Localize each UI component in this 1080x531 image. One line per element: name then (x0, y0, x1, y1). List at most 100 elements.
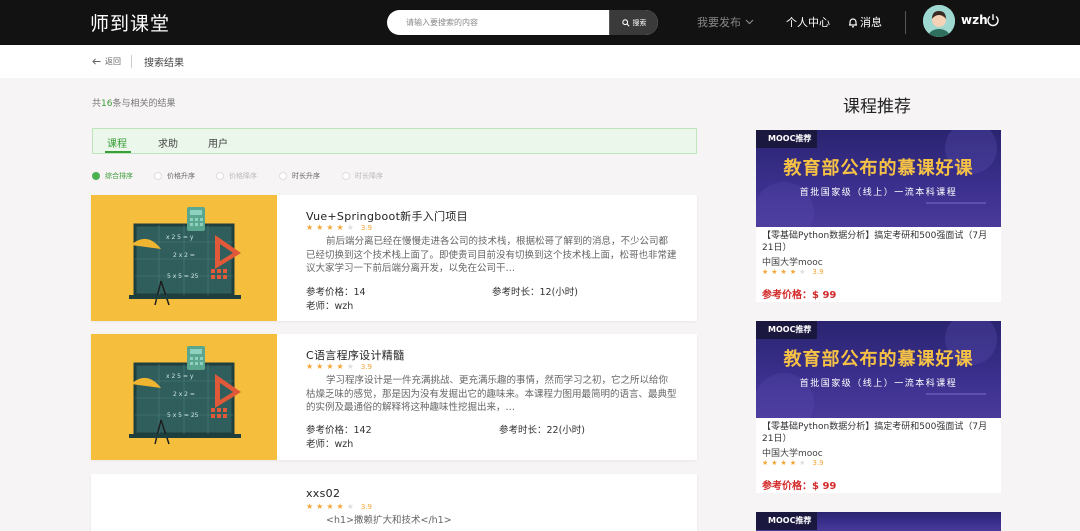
result-count-prefix: 共 (92, 99, 102, 109)
course-teacher-value: wzh (334, 301, 354, 312)
recommend-course-title[interactable]: 【零基础Python数据分析】搞定考研和500强面试（7月21日） (762, 230, 998, 254)
radio-icon (342, 172, 350, 180)
nav-messages[interactable]: 消息 (848, 14, 882, 30)
course-duration-label: 参考时长： (499, 425, 547, 436)
tab-users[interactable]: 用户 (208, 135, 228, 150)
sort-price-asc[interactable]: 价格升序 (154, 171, 195, 181)
site-logo[interactable]: 师到课堂 (90, 9, 170, 36)
recommend-course-title[interactable]: 【零基础Python数据分析】搞定考研和500强面试（7月21日） (762, 421, 998, 445)
tab-active-indicator (105, 151, 131, 153)
recommend-price-label: 参考价格： (762, 290, 812, 301)
course-title[interactable]: C语言程序设计精髓 (306, 347, 404, 363)
course-thumbnail[interactable]: x 2 5 = y 2 x 2 = 5 x 5 = 25 (91, 195, 277, 321)
bell-icon (849, 17, 857, 28)
svg-text:2 x 2 =: 2 x 2 = (173, 252, 195, 259)
nav-personal-center[interactable]: 个人中心 (786, 14, 830, 30)
breadcrumb-current: 搜索结果 (144, 58, 184, 69)
recommend-card[interactable]: MOOC推荐 教育部公布的慕课好课 首批国家级（线上）一流本科课程 【零基础Py… (756, 130, 1001, 302)
course-card[interactable]: x 2 5 = y 2 x 2 = 5 x 5 = 25 C语言程序设计精髓 ★★★… (91, 334, 697, 460)
sort-comprehensive[interactable]: 综合排序 (92, 171, 133, 181)
recommend-rating: ★★★★ ★ 3.9 (762, 459, 824, 467)
course-rating: ★★★★ ★ 3.9 (306, 502, 372, 511)
course-teacher: 老师：wzh (306, 436, 353, 450)
result-count-suffix: 条与相关的结果 (112, 99, 176, 109)
recommend-university: 中国大学mooc (762, 258, 823, 268)
result-tabs: 课程 求助 用户 (92, 128, 697, 154)
chevron-down-icon (745, 19, 754, 25)
course-price-value: 14 (353, 287, 366, 298)
radio-icon (216, 172, 224, 180)
course-card[interactable]: xxs02 ★★★★ ★ 3.9 <h1>撒赖扩大和技术</h1> (91, 474, 697, 531)
breadcrumb: 返回 搜索结果 (0, 45, 1080, 78)
recommend-price-value: $ 99 (812, 481, 837, 492)
avatar[interactable] (923, 5, 955, 37)
radio-icon (279, 172, 287, 180)
course-duration: 参考时长：12(小时) (492, 284, 578, 298)
svg-text:2 x 2 =: 2 x 2 = (173, 391, 195, 398)
course-price-label: 参考价格： (306, 425, 354, 436)
star-icon: ★★★★ (306, 223, 347, 232)
recommend-banner[interactable]: MOOC推荐 教育部公布的慕课好课 首批国家级（线上）一流本科课程 (756, 130, 1001, 227)
username[interactable]: wzh (961, 13, 988, 27)
rating-score: 3.9 (812, 459, 824, 467)
mooc-badge: MOOC推荐 (756, 512, 818, 530)
sort-duration-asc[interactable]: 时长升序 (279, 171, 320, 181)
nav-publish-label: 我要发布 (697, 16, 741, 29)
rating-score: 3.9 (360, 362, 372, 371)
star-icon: ★★★★ (306, 502, 347, 511)
chalkboard-illustration: x 2 5 = y 2 x 2 = 5 x 5 = 25 (91, 334, 277, 460)
recommend-banner[interactable]: MOOC推荐 教育部公布的慕课好课 首批国家级（线上）一流本科课程 (756, 321, 1001, 418)
sort-duration-desc[interactable]: 时长降序 (342, 171, 383, 181)
course-description: <h1>撒赖扩大和技术</h1> (326, 515, 452, 526)
course-teacher: 老师：wzh (306, 298, 353, 312)
course-price: 参考价格：14 (306, 284, 366, 298)
course-title[interactable]: xxs02 (306, 487, 340, 500)
recommend-price: 参考价格：$ 99 (762, 286, 836, 301)
back-link-label: 返回 (105, 57, 121, 66)
power-icon[interactable] (986, 13, 1000, 27)
course-duration: 参考时长：22(小时) (499, 422, 585, 436)
star-icon: ★★★★ (762, 459, 800, 467)
tab-courses[interactable]: 课程 (107, 135, 127, 150)
course-teacher-value: wzh (334, 439, 354, 450)
recommend-rating: ★★★★ ★ 3.9 (762, 268, 824, 276)
recommend-card[interactable]: MOOC推荐 教育部公布的慕课好课 首批国家级（线上）一流本科课程 【零基础Py… (756, 321, 1001, 493)
nav-messages-label: 消息 (860, 16, 882, 29)
course-description: 学习程序设计是一件充满挑战、更充满乐趣的事情，然而学习之初，它之所以给你枯燥乏味… (306, 375, 677, 413)
search-icon (621, 18, 630, 27)
course-duration-value: 12(小时) (539, 287, 579, 298)
rating-score: 3.9 (812, 268, 824, 276)
rating-score: 3.9 (360, 223, 372, 232)
search-input[interactable] (387, 10, 609, 35)
course-thumbnail[interactable]: x 2 5 = y 2 x 2 = 5 x 5 = 25 (91, 334, 277, 460)
result-count: 共16条与相关的结果 (92, 96, 175, 109)
search-button[interactable]: 搜索 (609, 10, 658, 35)
banner-subline: 首批国家级（线上）一流本科课程 (799, 379, 958, 389)
star-icon: ★ (799, 459, 809, 467)
star-icon: ★ (346, 223, 357, 232)
mooc-badge: MOOC推荐 (756, 321, 818, 339)
course-price-value: 142 (353, 425, 372, 436)
course-description: 前后端分离已经在慢慢走进各公司的技术栈，根据松哥了解到的消息，不少公司都已经切换… (306, 236, 677, 274)
back-link[interactable]: 返回 (92, 56, 121, 67)
radio-icon (154, 172, 162, 180)
breadcrumb-divider (131, 55, 132, 68)
course-title[interactable]: Vue+Springboot新手入门项目 (306, 208, 468, 224)
recommend-price: 参考价格：$ 99 (762, 477, 836, 492)
top-navbar: 师到课堂 搜索 我要发布 个人中心 消息 wzh (0, 0, 1080, 45)
star-icon: ★ (346, 502, 357, 511)
course-card[interactable]: x 2 5 = y 2 x 2 = 5 x 5 = 25 Vue+Springboo… (91, 195, 697, 321)
star-icon: ★★★★ (306, 362, 347, 371)
recommend-card[interactable]: MOOC推荐 (756, 512, 1001, 531)
recommend-banner[interactable]: MOOC推荐 (756, 512, 1001, 531)
course-teacher-label: 老师： (306, 301, 335, 312)
chalkboard-illustration: x 2 5 = y 2 x 2 = 5 x 5 = 25 (91, 195, 277, 321)
banner-subline: 首批国家级（线上）一流本科课程 (799, 188, 958, 198)
recommend-university: 中国大学mooc (762, 449, 823, 459)
avatar-image (923, 5, 955, 37)
svg-text:x 2 5 = y: x 2 5 = y (166, 234, 194, 241)
sort-duration-asc-label: 时长升序 (292, 172, 320, 180)
sort-price-desc[interactable]: 价格降序 (216, 171, 257, 181)
tab-help[interactable]: 求助 (158, 135, 178, 150)
nav-publish-dropdown[interactable]: 我要发布 (697, 14, 754, 30)
